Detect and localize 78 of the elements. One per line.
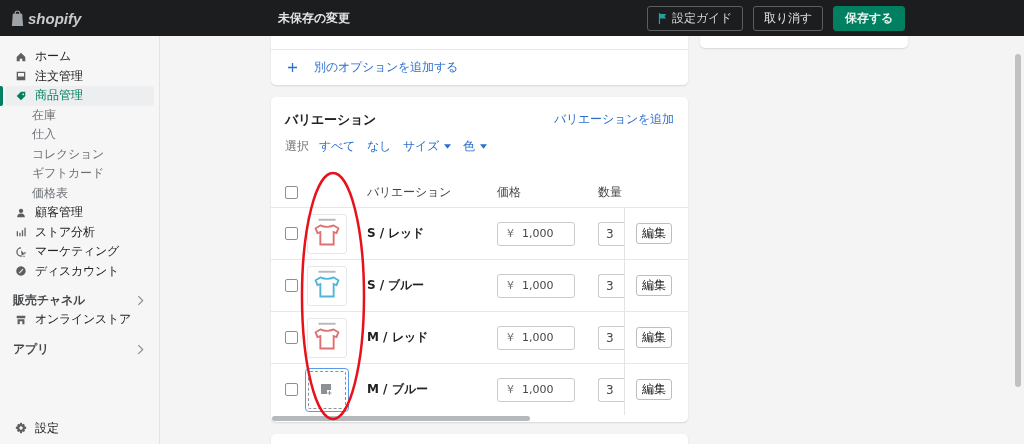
nav-subitem[interactable]: コレクション [0, 144, 159, 164]
add-variant-link[interactable]: バリエーションを追加 [554, 111, 674, 129]
quantity-field[interactable]: 3 [598, 221, 624, 246]
product-thumbnail[interactable] [307, 317, 347, 358]
caret-icon [444, 143, 451, 149]
discount-icon [15, 265, 27, 278]
tag-icon [15, 89, 27, 102]
caption-line [318, 218, 336, 221]
filter-link[interactable]: なし [367, 137, 391, 155]
caret-icon [480, 143, 487, 149]
price-field[interactable]: ¥ 1,000 [497, 377, 575, 402]
column-header: バリエーション [367, 185, 451, 200]
price-field[interactable]: ¥ 1,000 [497, 325, 575, 350]
quantity-field[interactable]: 3 [598, 325, 624, 350]
checkbox[interactable] [284, 383, 298, 397]
nav-item[interactable]: 顧客管理 [5, 203, 154, 223]
add-image-button[interactable] [305, 367, 349, 412]
edit-button[interactable]: 編集 [636, 275, 672, 297]
quantity-field[interactable]: 3 [598, 273, 624, 298]
chevron-right-icon[interactable] [137, 295, 144, 306]
nav-subitem[interactable]: 在庫 [0, 105, 159, 125]
product-thumbnail[interactable] [307, 265, 347, 306]
product-thumbnail[interactable] [307, 213, 347, 254]
caption-line [318, 322, 336, 325]
shopping-bag-icon [10, 9, 25, 27]
price-field[interactable]: ¥ 1,000 [497, 273, 575, 298]
edit-button[interactable]: 編集 [636, 223, 672, 245]
chevron-right-icon[interactable] [137, 343, 144, 355]
inbox-icon [15, 70, 27, 83]
checkbox[interactable] [284, 186, 298, 200]
variant-name: S / ブルー [367, 278, 425, 293]
column-header: 数量 [598, 185, 622, 200]
discard-button[interactable]: 取り消す [753, 5, 823, 31]
flag-icon [658, 12, 667, 24]
page-title: 未保存の変更 [278, 9, 350, 27]
nav-item[interactable]: 注文管理 [5, 66, 154, 86]
checkbox[interactable] [284, 279, 298, 293]
filter-link[interactable]: すべて [319, 137, 355, 155]
nav-subitem[interactable]: ギフトカード [0, 164, 159, 184]
nav-item[interactable]: マーケティング [5, 242, 154, 262]
filter-link[interactable]: 色 [463, 137, 487, 155]
scrollbar-thumb[interactable] [272, 416, 530, 422]
variant-name: M / ブルー [367, 382, 428, 397]
setup-guide-button[interactable]: 設定ガイド [647, 5, 743, 31]
nav-item[interactable]: オンラインストア [5, 310, 154, 330]
variant-name: M / レッド [367, 330, 428, 345]
person-icon [15, 206, 27, 219]
edit-button[interactable]: 編集 [636, 379, 672, 401]
edit-button[interactable]: 編集 [636, 327, 672, 349]
target-icon [15, 245, 27, 258]
checkbox[interactable] [284, 227, 298, 241]
add-image-icon [321, 383, 333, 396]
nav-subitem[interactable]: 価格表 [0, 183, 159, 203]
quantity-field[interactable]: 3 [598, 377, 624, 402]
filter-link[interactable]: サイズ [403, 137, 451, 155]
caption-line [318, 270, 336, 273]
home-icon [15, 50, 27, 63]
bar-chart-icon [15, 226, 27, 239]
store-icon [15, 313, 27, 326]
nav-item[interactable]: ストア分析 [5, 222, 154, 242]
add-option-link[interactable]: 別のオプションを追加する [314, 59, 458, 76]
nav-item[interactable]: ディスカウント [5, 261, 154, 281]
nav-item[interactable]: ホーム [5, 47, 154, 67]
settings-icon [15, 422, 27, 435]
scrollbar-thumb[interactable] [1015, 54, 1021, 387]
checkbox[interactable] [284, 331, 298, 345]
card-title: バリエーション [285, 110, 376, 129]
price-field[interactable]: ¥ 1,000 [497, 221, 575, 246]
settings-item[interactable]: 設定 [5, 418, 154, 438]
section-heading: アプリ [13, 340, 49, 358]
column-header: 価格 [497, 185, 521, 200]
select-label: 選択 [285, 137, 309, 155]
logo-text: shopify [28, 9, 82, 27]
plus-icon [288, 63, 297, 72]
nav-subitem[interactable]: 仕入 [0, 125, 159, 145]
variant-name: S / レッド [367, 226, 425, 241]
section-heading: 販売チャネル [13, 292, 85, 309]
save-button[interactable]: 保存する [833, 5, 905, 31]
